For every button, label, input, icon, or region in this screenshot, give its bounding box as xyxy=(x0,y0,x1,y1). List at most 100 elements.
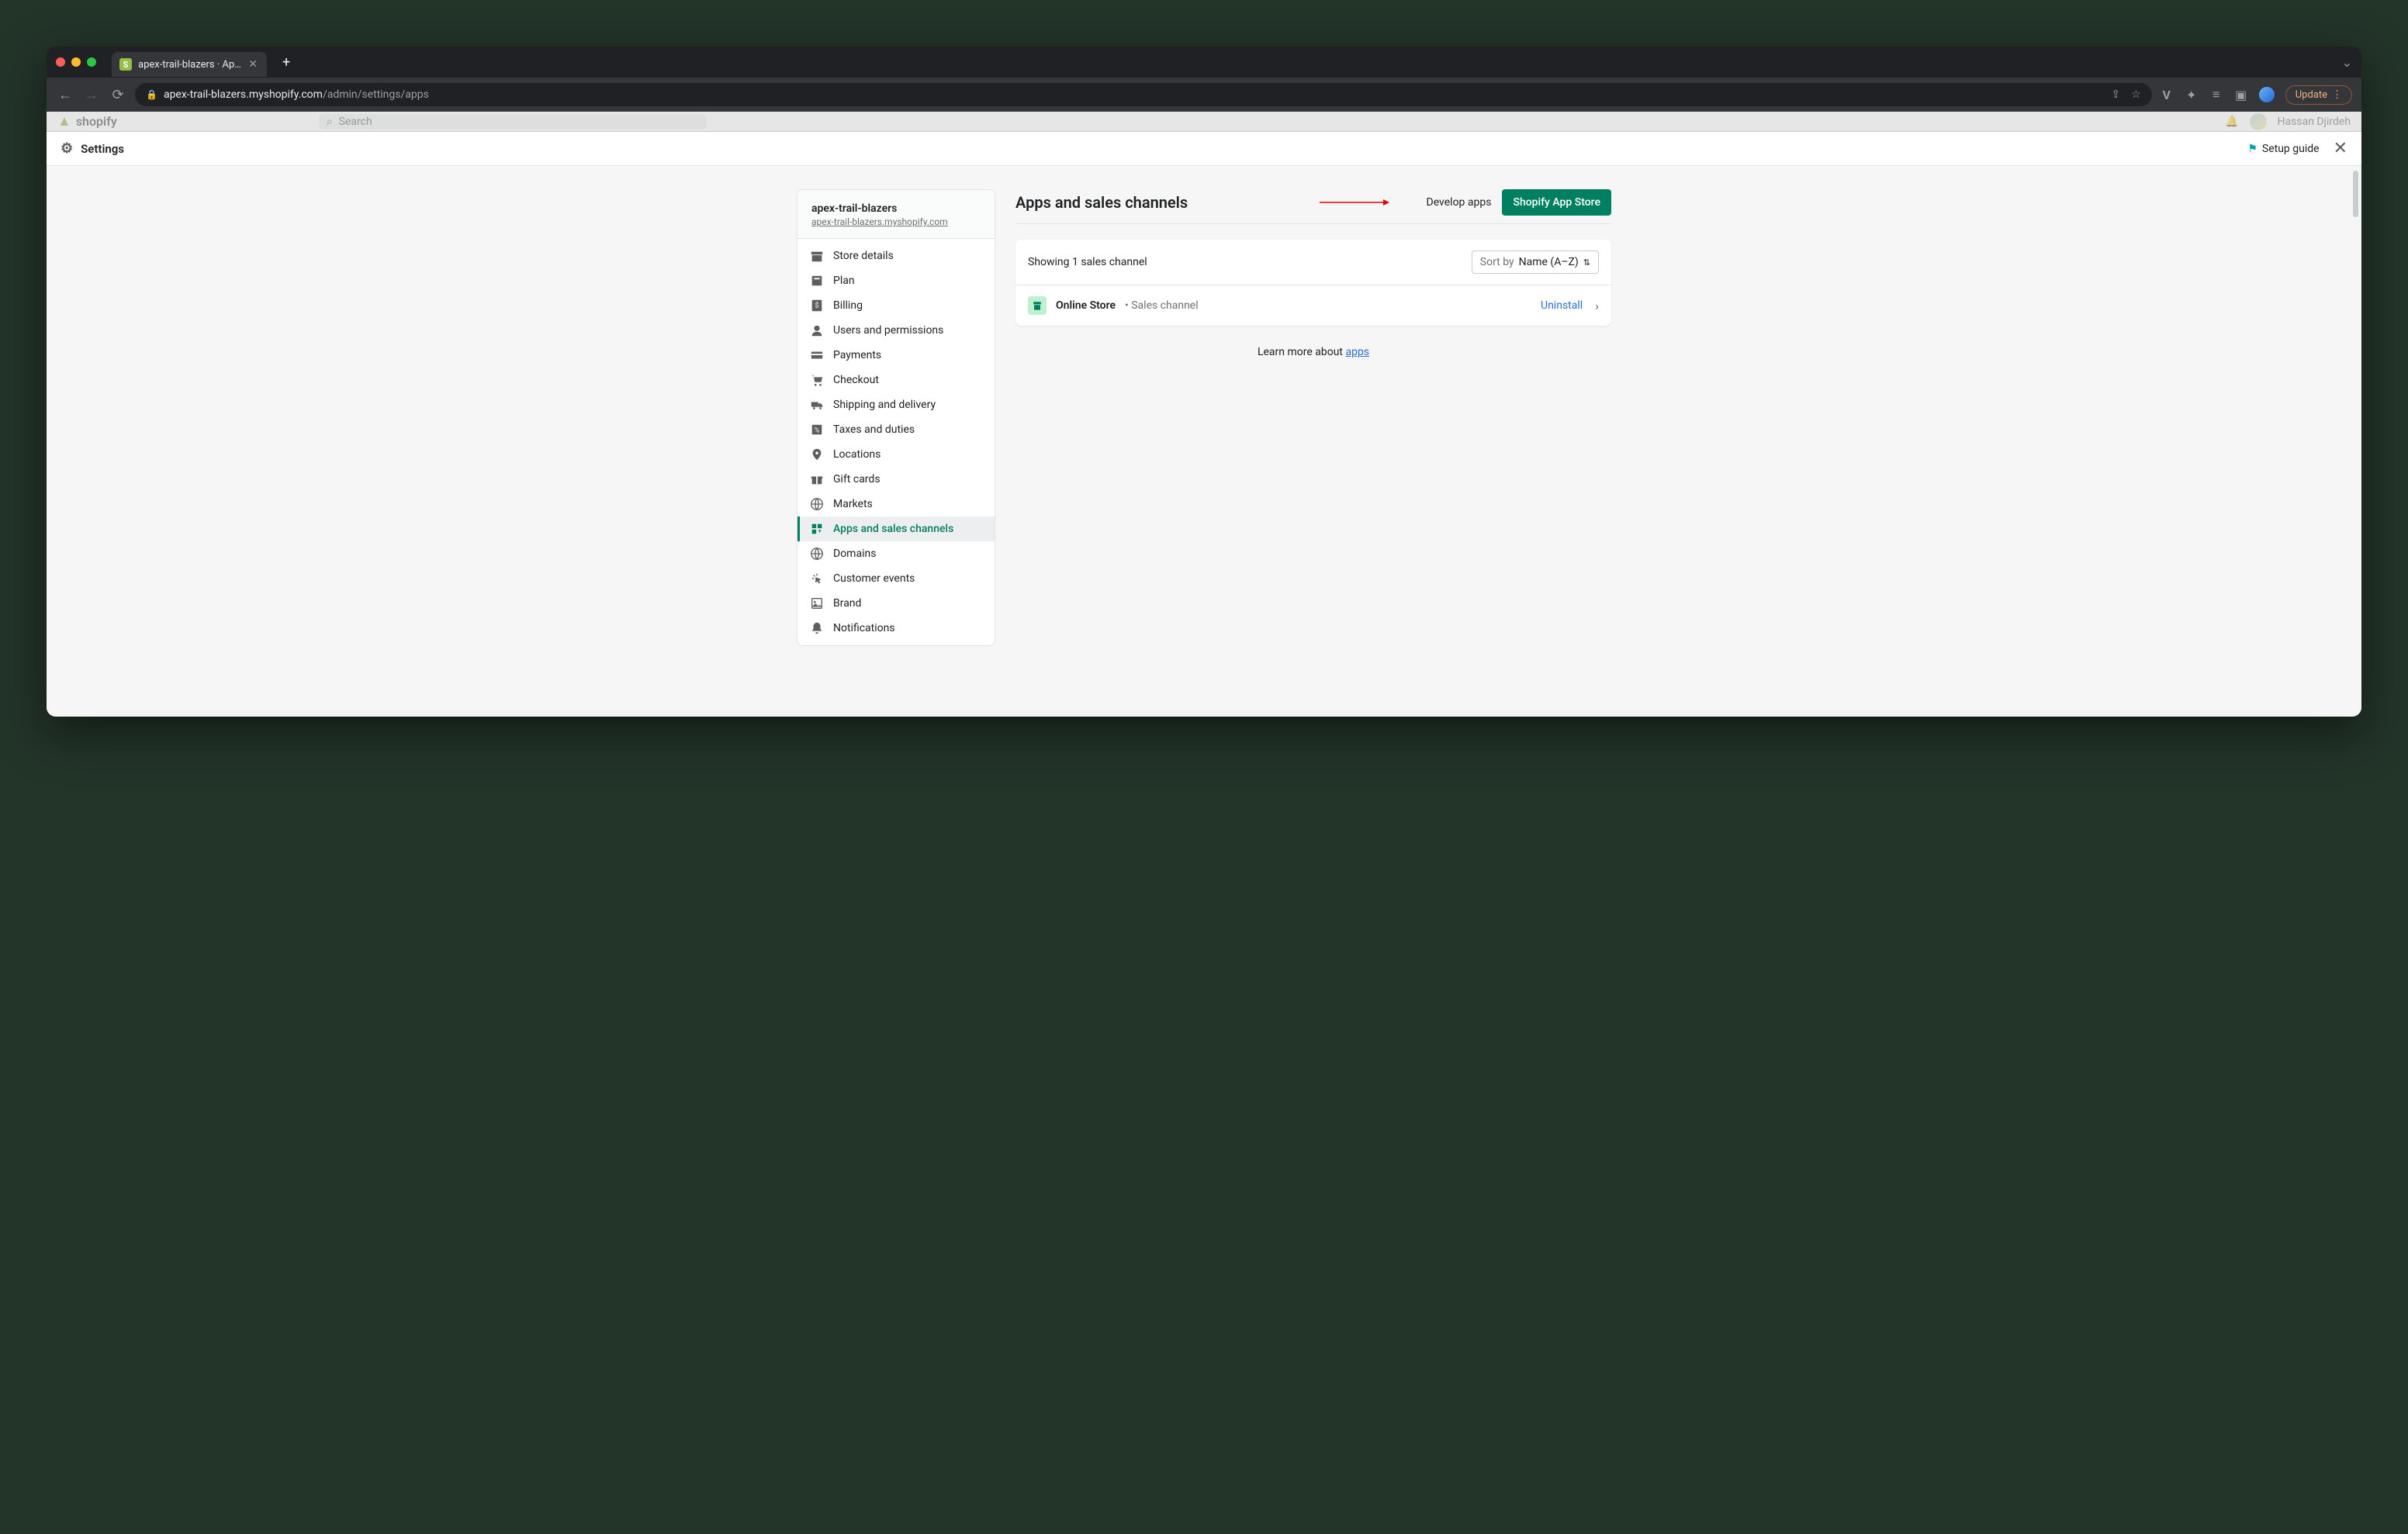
sidebar-item-label: Locations xyxy=(833,448,881,461)
sidebar-item-plan[interactable]: Plan xyxy=(797,268,995,293)
storefront-icon xyxy=(810,249,824,263)
svg-text:+: + xyxy=(818,527,822,534)
globe-link-icon xyxy=(810,547,824,561)
image-icon xyxy=(810,596,824,610)
sidebar-item-payments[interactable]: Payments xyxy=(797,343,995,368)
sidebar-item-billing[interactable]: $ Billing xyxy=(797,293,995,318)
kebab-menu-icon[interactable]: ⋮ xyxy=(2332,89,2342,101)
browser-tab[interactable]: S apex-trail-blazers · Apps and s ✕ xyxy=(112,52,267,77)
sidebar-item-label: Plan xyxy=(833,275,855,287)
devices-icon[interactable]: ▣ xyxy=(2234,88,2248,102)
svg-text:%: % xyxy=(815,427,820,435)
update-chrome-button[interactable]: Update ⋮ xyxy=(2285,85,2352,105)
reading-list-icon[interactable]: ≡ xyxy=(2209,88,2223,102)
shopify-app-store-button[interactable]: Shopify App Store xyxy=(1502,189,1611,216)
page-header: Apps and sales channels Develop apps Sho… xyxy=(1015,189,1611,224)
back-button[interactable]: ← xyxy=(56,87,74,103)
sidebar-item-giftcards[interactable]: Gift cards xyxy=(797,467,995,492)
toolbar-extensions: V ✦ ≡ ▣ Update ⋮ xyxy=(2160,85,2352,105)
sidebar-item-label: Customer events xyxy=(833,572,915,585)
scrollbar-thumb[interactable] xyxy=(2353,171,2358,217)
extensions-puzzle-icon[interactable]: ✦ xyxy=(2185,88,2199,102)
sidebar-item-brand[interactable]: Brand xyxy=(797,591,995,616)
uninstall-link[interactable]: Uninstall xyxy=(1541,299,1583,312)
window-zoom[interactable] xyxy=(87,57,96,67)
sidebar-item-apps[interactable]: +Apps and sales channels xyxy=(797,517,995,541)
sidebar-item-label: Notifications xyxy=(833,622,895,634)
admin-search-input[interactable]: ⌕ Search xyxy=(319,114,707,130)
bell-icon xyxy=(810,621,824,635)
bookmark-star-icon[interactable]: ☆ xyxy=(2131,88,2141,101)
sidebar-item-taxes[interactable]: % Taxes and duties xyxy=(797,417,995,442)
store-domain-link[interactable]: apex-trail-blazers.myshopify.com xyxy=(811,216,981,227)
sidebar-item-checkout[interactable]: Checkout xyxy=(797,368,995,392)
extension-v-icon[interactable]: V xyxy=(2160,88,2174,102)
forward-button[interactable]: → xyxy=(82,87,101,103)
sidebar-item-label: Shipping and delivery xyxy=(833,399,936,411)
svg-text:$: $ xyxy=(815,302,818,310)
browser-toolbar: ← → ⟳ 🔒 apex-trail-blazers.myshopify.com… xyxy=(47,78,2361,112)
new-tab-button[interactable]: + xyxy=(282,54,290,71)
page-title: Apps and sales channels xyxy=(1015,193,1188,212)
sidebar-item-markets[interactable]: Markets xyxy=(797,492,995,517)
lock-icon: 🔒 xyxy=(146,89,157,100)
window-minimize[interactable] xyxy=(71,57,81,67)
sidebar-item-notifications[interactable]: Notifications xyxy=(797,616,995,641)
reload-button[interactable]: ⟳ xyxy=(109,87,127,103)
card-icon xyxy=(810,348,824,362)
shopify-bag-icon: ▲ xyxy=(57,113,71,130)
tab-close-icon[interactable]: ✕ xyxy=(248,58,258,71)
develop-apps-link[interactable]: Develop apps xyxy=(1427,196,1492,209)
flag-icon: ⚑ xyxy=(2247,143,2258,155)
overlay-body: apex-trail-blazers apex-trail-blazers.my… xyxy=(47,166,2361,717)
share-icon[interactable]: ⇪ xyxy=(2111,88,2120,101)
learn-apps-link[interactable]: apps xyxy=(1345,346,1369,358)
shopify-logo: ▲ shopify xyxy=(57,113,117,130)
tab-title: apex-trail-blazers · Apps and s xyxy=(138,59,242,71)
card-header: Showing 1 sales channel Sort by Name (A–… xyxy=(1015,240,1611,285)
sidebar-item-store-details[interactable]: Store details xyxy=(797,244,995,268)
main-content: Apps and sales channels Develop apps Sho… xyxy=(1015,189,1611,717)
user-avatar-icon[interactable] xyxy=(2250,113,2267,130)
sidebar-item-label: Domains xyxy=(833,548,876,560)
sidebar-item-locations[interactable]: Locations xyxy=(797,442,995,467)
admin-topbar: ▲ shopify ⌕ Search 🔔 Hassan Djirdeh xyxy=(47,112,2361,132)
address-bar[interactable]: 🔒 apex-trail-blazers.myshopify.com/admin… xyxy=(135,83,2152,106)
store-name: apex-trail-blazers xyxy=(811,202,981,215)
sidebar-header: apex-trail-blazers apex-trail-blazers.my… xyxy=(797,190,995,239)
sidebar-item-users[interactable]: Users and permissions xyxy=(797,318,995,343)
sidebar-item-label: Gift cards xyxy=(833,473,881,485)
app-type: • Sales channel xyxy=(1125,299,1199,312)
sidebar-item-label: Billing xyxy=(833,299,863,312)
sidebar-item-label: Users and permissions xyxy=(833,324,943,337)
sort-label: Sort by xyxy=(1480,256,1514,268)
sidebar-item-domains[interactable]: Domains xyxy=(797,541,995,566)
traffic-lights xyxy=(56,57,96,67)
shopify-admin: ▲ shopify ⌕ Search 🔔 Hassan Djirdeh ⚙ Se… xyxy=(47,112,2361,717)
online-store-app-icon xyxy=(1028,296,1047,315)
sidebar-item-label: Payments xyxy=(833,349,881,361)
setup-guide-link[interactable]: ⚑ Setup guide xyxy=(2247,143,2319,155)
settings-sidebar: apex-trail-blazers apex-trail-blazers.my… xyxy=(797,189,995,646)
window-close[interactable] xyxy=(56,57,65,67)
app-row-online-store[interactable]: Online Store • Sales channel Uninstall › xyxy=(1015,285,1611,326)
chevron-right-icon: › xyxy=(1595,299,1599,313)
notifications-bell-icon[interactable]: 🔔 xyxy=(2225,116,2238,128)
annotation-arrow xyxy=(1320,198,1389,207)
apps-card: Showing 1 sales channel Sort by Name (A–… xyxy=(1015,240,1611,326)
tabs-dropdown-icon[interactable]: ⌄ xyxy=(2342,55,2352,70)
overlay-title: Settings xyxy=(81,142,124,156)
learn-more: Learn more about apps xyxy=(1015,346,1611,358)
sidebar-item-label: Taxes and duties xyxy=(833,423,915,436)
app-name: Online Store xyxy=(1056,299,1116,312)
billing-icon: $ xyxy=(810,299,824,313)
cursor-click-icon xyxy=(810,572,824,586)
truck-icon xyxy=(810,398,824,412)
globe-icon xyxy=(810,497,824,511)
sidebar-item-customer-events[interactable]: Customer events xyxy=(797,566,995,591)
gear-icon: ⚙ xyxy=(61,140,73,157)
close-overlay-button[interactable]: ✕ xyxy=(2334,139,2347,158)
profile-avatar-icon[interactable] xyxy=(2259,87,2275,102)
sidebar-item-shipping[interactable]: Shipping and delivery xyxy=(797,392,995,417)
sort-dropdown[interactable]: Sort by Name (A–Z) ⇅ xyxy=(1472,250,1599,274)
